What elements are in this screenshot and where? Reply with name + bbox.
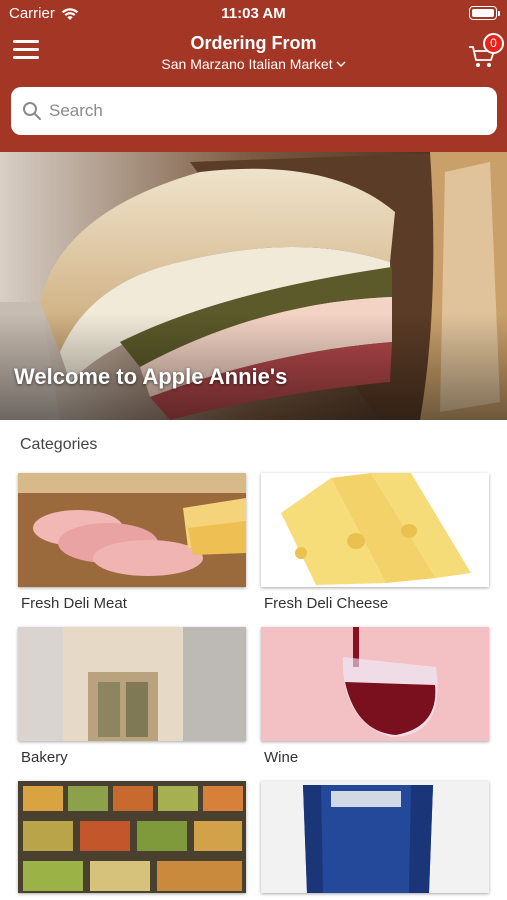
cart-count-badge: 0 xyxy=(483,33,504,54)
hero-title: Welcome to Apple Annie's xyxy=(14,364,288,389)
search-input[interactable] xyxy=(49,101,469,121)
category-card-deli-meat[interactable]: Fresh Deli Meat xyxy=(18,473,246,612)
category-card-deli-cheese[interactable]: Fresh Deli Cheese xyxy=(261,473,489,612)
status-bar: Carrier 11:03 AM xyxy=(0,0,507,28)
bakery-image xyxy=(18,627,246,741)
header-title: Ordering From xyxy=(190,33,317,53)
deli-meat-image xyxy=(18,473,246,587)
battery-icon xyxy=(469,6,500,20)
category-label: Fresh Deli Cheese xyxy=(264,595,389,612)
hamburger-icon xyxy=(13,40,39,43)
coffee-image xyxy=(261,781,489,893)
app-header: Carrier 11:03 AM Ordering From San Marza… xyxy=(0,0,507,152)
category-label: Bakery xyxy=(21,749,68,766)
category-card-wine[interactable]: Wine xyxy=(261,627,489,766)
categories-heading: Categories xyxy=(20,436,98,453)
cart-button[interactable]: 0 xyxy=(467,33,504,70)
search-bar[interactable] xyxy=(11,87,497,135)
category-label: Fresh Deli Meat xyxy=(21,595,127,612)
category-label: Wine xyxy=(264,749,299,766)
category-card-coffee[interactable] xyxy=(261,781,489,900)
store-dropdown[interactable]: San Marzano Italian Market xyxy=(161,54,346,74)
chevron-down-icon xyxy=(336,61,346,67)
category-card-prepared-foods[interactable] xyxy=(18,781,246,900)
prepared-foods-image xyxy=(18,781,246,893)
hamburger-line xyxy=(13,48,39,51)
hamburger-line xyxy=(13,56,39,59)
category-card-bakery[interactable]: Bakery xyxy=(18,627,246,766)
menu-button[interactable] xyxy=(13,40,39,62)
store-name: San Marzano Italian Market xyxy=(161,56,333,72)
wine-image xyxy=(261,627,489,741)
store-selector: Ordering From San Marzano Italian Market xyxy=(100,32,407,74)
search-icon xyxy=(23,102,41,120)
deli-cheese-image xyxy=(261,473,489,587)
status-time: 11:03 AM xyxy=(221,5,286,22)
